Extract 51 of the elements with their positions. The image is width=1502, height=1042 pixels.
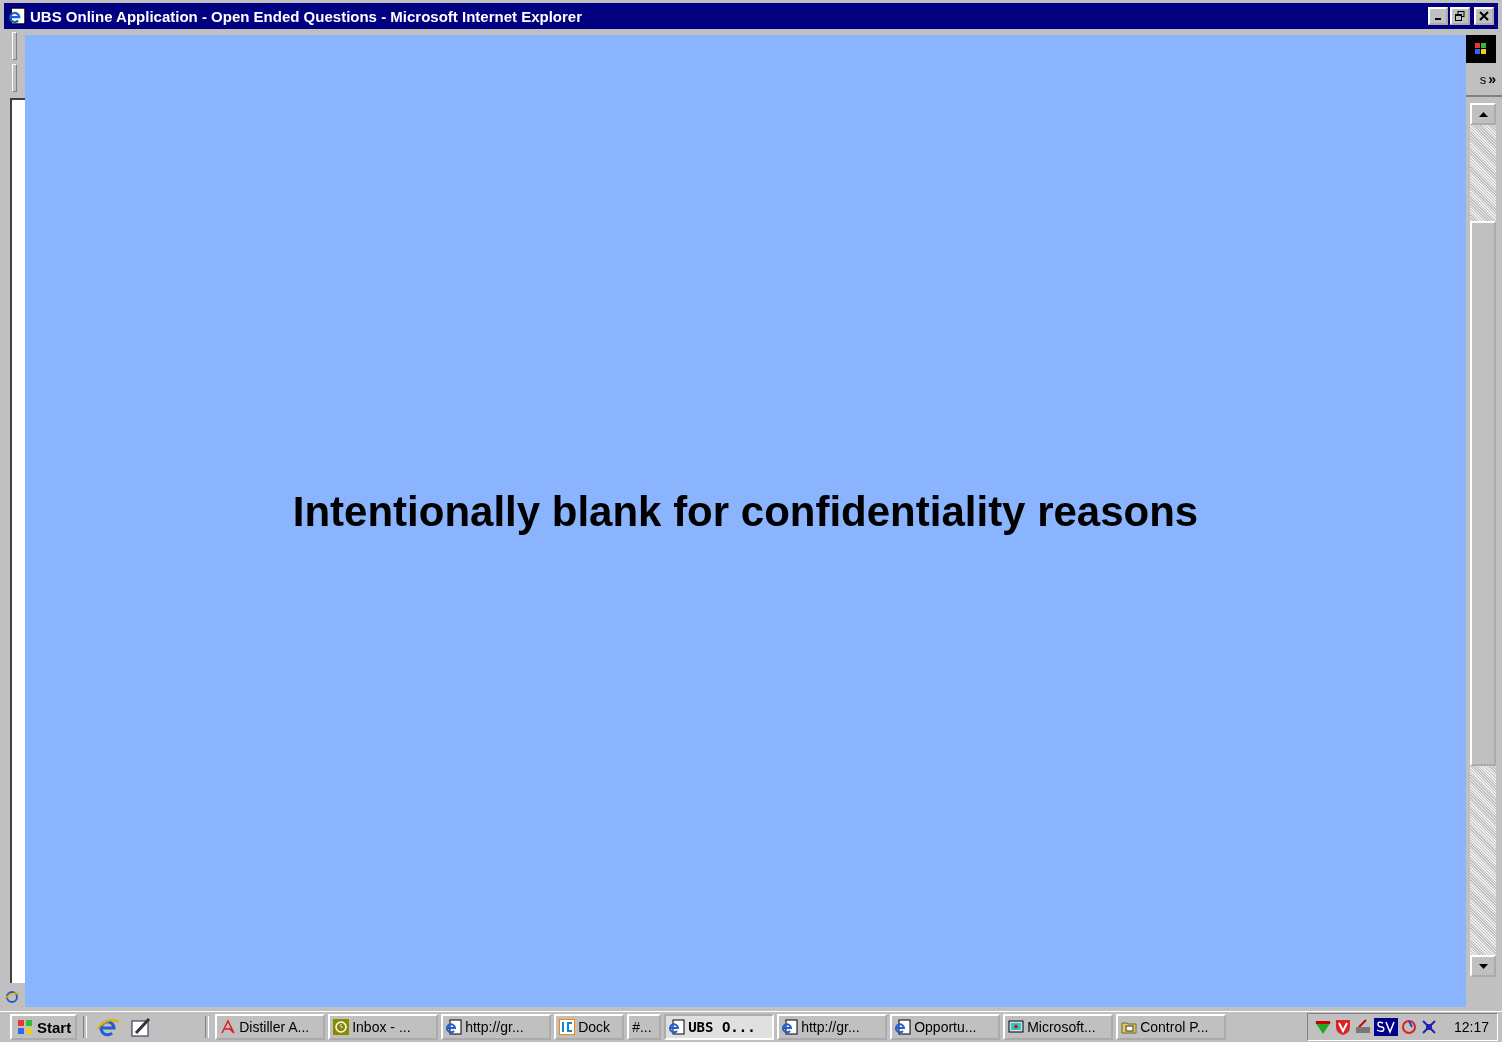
- scroll-up-button[interactable]: [1470, 103, 1496, 125]
- ic-icon: [559, 1019, 576, 1035]
- clock: 12:17: [1453, 1019, 1489, 1035]
- network-icon[interactable]: [1313, 1018, 1332, 1036]
- satellite-icon[interactable]: [1419, 1018, 1438, 1036]
- browser-icon: [8, 7, 26, 25]
- taskbar-button[interactable]: Dock: [554, 1014, 625, 1040]
- shield-icon[interactable]: [1333, 1018, 1352, 1036]
- browser-icon[interactable]: [97, 1016, 120, 1038]
- toolbar-label: s: [1479, 71, 1487, 87]
- minimize-icon: [1435, 18, 1441, 20]
- browser-icon: [669, 1019, 686, 1035]
- sv-icon[interactable]: [1373, 1018, 1398, 1036]
- browser-icon: [782, 1019, 799, 1035]
- scroll-thumb[interactable]: [1470, 221, 1496, 766]
- taskbar-button[interactable]: Control P...: [1116, 1014, 1227, 1040]
- close-button[interactable]: [1474, 7, 1494, 25]
- close-icon: [1479, 11, 1489, 21]
- folder-icon: [1121, 1019, 1138, 1035]
- restore-icon: [1455, 11, 1465, 21]
- refresh-icon[interactable]: [1399, 1018, 1418, 1036]
- more-button[interactable]: »: [1488, 72, 1496, 86]
- taskbar-button[interactable]: Opportu...: [890, 1014, 1001, 1040]
- minimize-button[interactable]: [1428, 7, 1448, 25]
- taskbar-button[interactable]: Inbox - ...: [328, 1014, 439, 1040]
- restore-button[interactable]: [1450, 7, 1470, 25]
- taskbar-button[interactable]: http://gr...: [777, 1014, 888, 1040]
- confidentiality-notice: Intentionally blank for confidentiality reasons: [292, 488, 1199, 536]
- taskbar-button[interactable]: Distiller A...: [215, 1014, 326, 1040]
- acrobat-icon: [220, 1019, 237, 1035]
- vertical-scrollbar[interactable]: [1470, 103, 1496, 977]
- browser-icon: [446, 1019, 463, 1035]
- windows-flag-icon: [16, 1019, 34, 1035]
- printer-icon[interactable]: [1353, 1018, 1372, 1036]
- taskbar-button[interactable]: Microsoft...: [1003, 1014, 1114, 1040]
- scroll-down-button[interactable]: [1470, 955, 1496, 977]
- flag-icon: [1474, 42, 1488, 56]
- browser-icon: [895, 1019, 912, 1035]
- window-title: UBS Online Application - Open Ended Questions - Microsoft Internet Explorer: [30, 7, 582, 25]
- down-arrow-icon: [1478, 963, 1488, 969]
- clock-icon: [333, 1019, 350, 1035]
- up-arrow-icon: [1478, 111, 1488, 117]
- toolbar-grip[interactable]: [12, 64, 17, 92]
- taskbar-button[interactable]: #...: [627, 1014, 662, 1040]
- toolbar-grip[interactable]: [12, 32, 17, 60]
- taskbar-button[interactable]: UBS O...: [664, 1014, 775, 1040]
- browser-icon: [4, 989, 20, 1005]
- monitor-icon: [1008, 1019, 1025, 1035]
- pen-icon[interactable]: [130, 1016, 153, 1038]
- start-button[interactable]: Start: [10, 1014, 78, 1040]
- taskbar-button[interactable]: http://gr...: [441, 1014, 552, 1040]
